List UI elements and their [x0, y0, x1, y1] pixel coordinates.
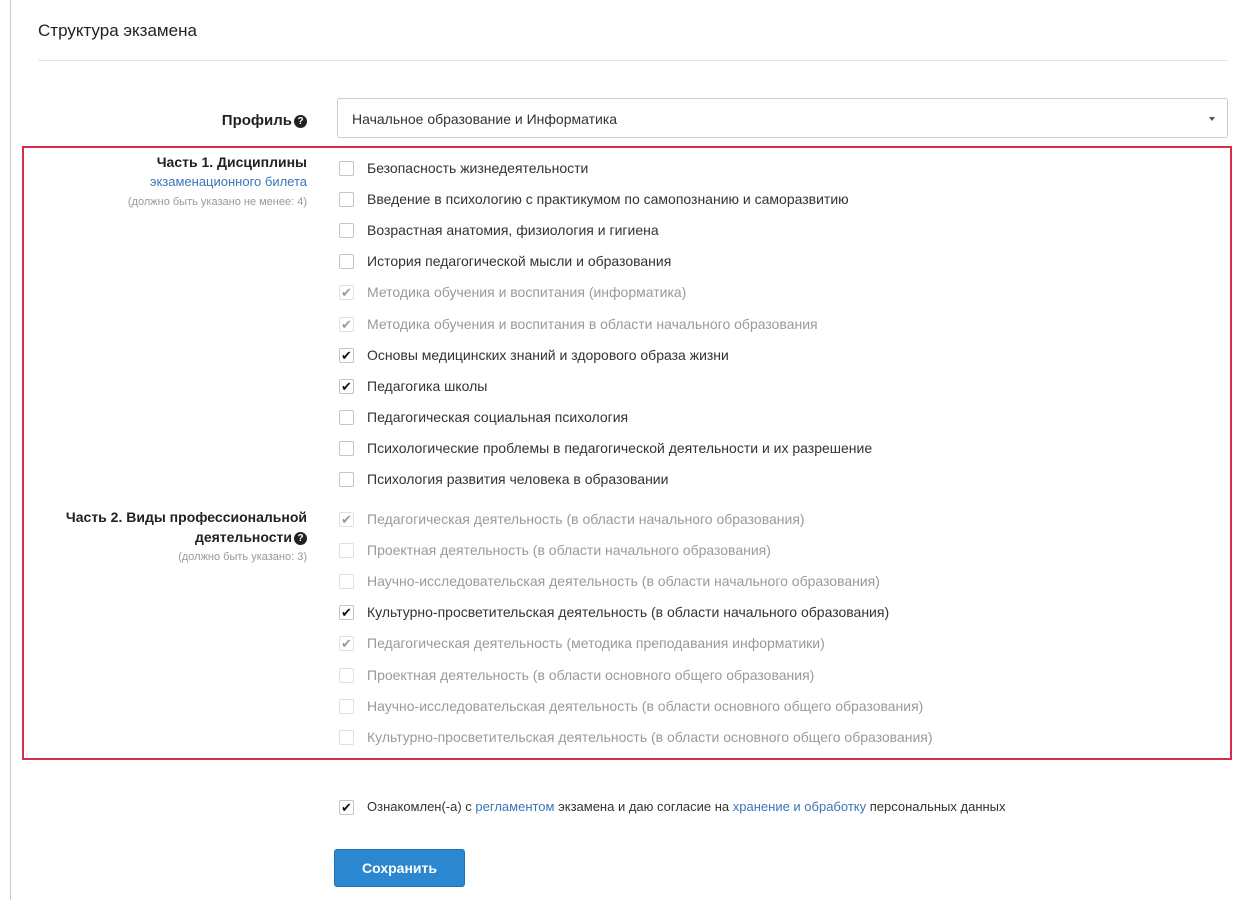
checkbox-checked: ✔ — [339, 316, 354, 332]
checkbox-label: Научно-исследовательская деятельность (в… — [367, 697, 924, 714]
left-border — [10, 0, 11, 900]
checkbox-checked[interactable]: ✔ — [339, 347, 354, 363]
checkbox — [339, 543, 354, 559]
regulations-link[interactable]: регламентом — [475, 799, 554, 814]
checkbox-checked: ✔ — [339, 636, 354, 652]
part2-title-text: деятельности — [194, 529, 292, 545]
consent-text-part: персональных данных — [866, 799, 1006, 814]
profile-label: Профиль? — [222, 112, 307, 129]
title-divider — [38, 60, 1228, 61]
checkbox[interactable] — [339, 161, 354, 176]
checkbox[interactable] — [339, 440, 354, 456]
part1-hint: (должно быть указано не менее: 4) — [127, 196, 307, 208]
checkbox-label: Культурно-просветительская деятельность … — [367, 728, 933, 745]
consent-text: Ознакомлен(-а) с регламентом экзамена и … — [367, 799, 1006, 814]
checkbox-checked: ✔ — [339, 285, 354, 301]
checkbox-label: Научно-исследовательская деятельность (в… — [367, 573, 880, 590]
consent-checkbox[interactable]: ✔ — [339, 800, 354, 815]
checkbox-label: Психология развития человека в образован… — [367, 471, 669, 487]
checkbox-label: Культурно-просветительская деятельность … — [367, 604, 890, 621]
chevron-down-icon — [1209, 117, 1215, 121]
part2-title-line2: деятельности? — [195, 529, 307, 545]
checkbox-label: Проектная деятельность (в области началь… — [367, 542, 771, 559]
checkbox-label: Методика обучения и воспитания в области… — [367, 315, 818, 332]
profile-label-text: Профиль — [221, 112, 292, 129]
save-button[interactable]: Сохранить — [334, 849, 465, 887]
checkbox-checked[interactable]: ✔ — [339, 605, 354, 621]
part2-hint: (должно быть указано: 3) — [178, 551, 307, 563]
checkbox — [339, 698, 354, 714]
checkbox-label: Основы медицинских знаний и здорового об… — [367, 346, 729, 363]
checkbox-label: Психологические проблемы в педагогическо… — [367, 439, 873, 456]
data-processing-link[interactable]: хранение и обработку — [733, 799, 866, 814]
panel-title: Структура экзамена — [38, 21, 197, 40]
checkbox — [339, 729, 354, 745]
checkbox-checked[interactable]: ✔ — [339, 378, 354, 394]
profile-select[interactable]: Начальное образование и Информатика — [337, 98, 1228, 138]
consent-text-part: экзамена и даю согласие на — [554, 799, 733, 814]
checkbox-label: Безопасность жизнедеятельности — [367, 160, 589, 176]
checkbox — [339, 667, 354, 683]
checkbox-label: Педагогическая деятельность (в области н… — [367, 511, 805, 527]
checkbox-label: Проектная деятельность (в области основн… — [367, 666, 815, 683]
checkbox[interactable] — [339, 254, 354, 270]
checkbox-label: Педагогическая деятельность (методика пр… — [367, 635, 825, 652]
checkbox-label: Методика обучения и воспитания (информат… — [367, 284, 687, 301]
checkbox-label: Введение в психологию с практикумом по с… — [367, 191, 849, 208]
consent-text-part: Ознакомлен(-а) с — [367, 799, 476, 814]
checkbox[interactable] — [339, 409, 354, 425]
part1-ticket-link[interactable]: экзаменационного билета — [150, 174, 307, 189]
profile-select-value: Начальное образование и Информатика — [352, 111, 618, 127]
checkbox[interactable] — [339, 223, 354, 239]
checkbox[interactable] — [339, 472, 354, 487]
help-icon[interactable]: ? — [294, 115, 307, 128]
checkbox — [339, 574, 354, 590]
part1-title: Часть 1. Дисциплины — [156, 154, 307, 170]
checkbox-label: Возрастная анатомия, физиология и гигиен… — [367, 222, 659, 239]
checkbox-label: История педагогической мысли и образован… — [367, 253, 672, 270]
checkbox[interactable] — [339, 192, 354, 208]
part2-title-line1: Часть 2. Виды профессиональной — [65, 509, 307, 525]
checkbox-checked: ✔ — [339, 512, 354, 527]
checkbox-label: Педагогика школы — [367, 377, 488, 394]
help-icon[interactable]: ? — [294, 532, 307, 545]
checkbox-label: Педагогическая социальная психология — [367, 408, 629, 425]
